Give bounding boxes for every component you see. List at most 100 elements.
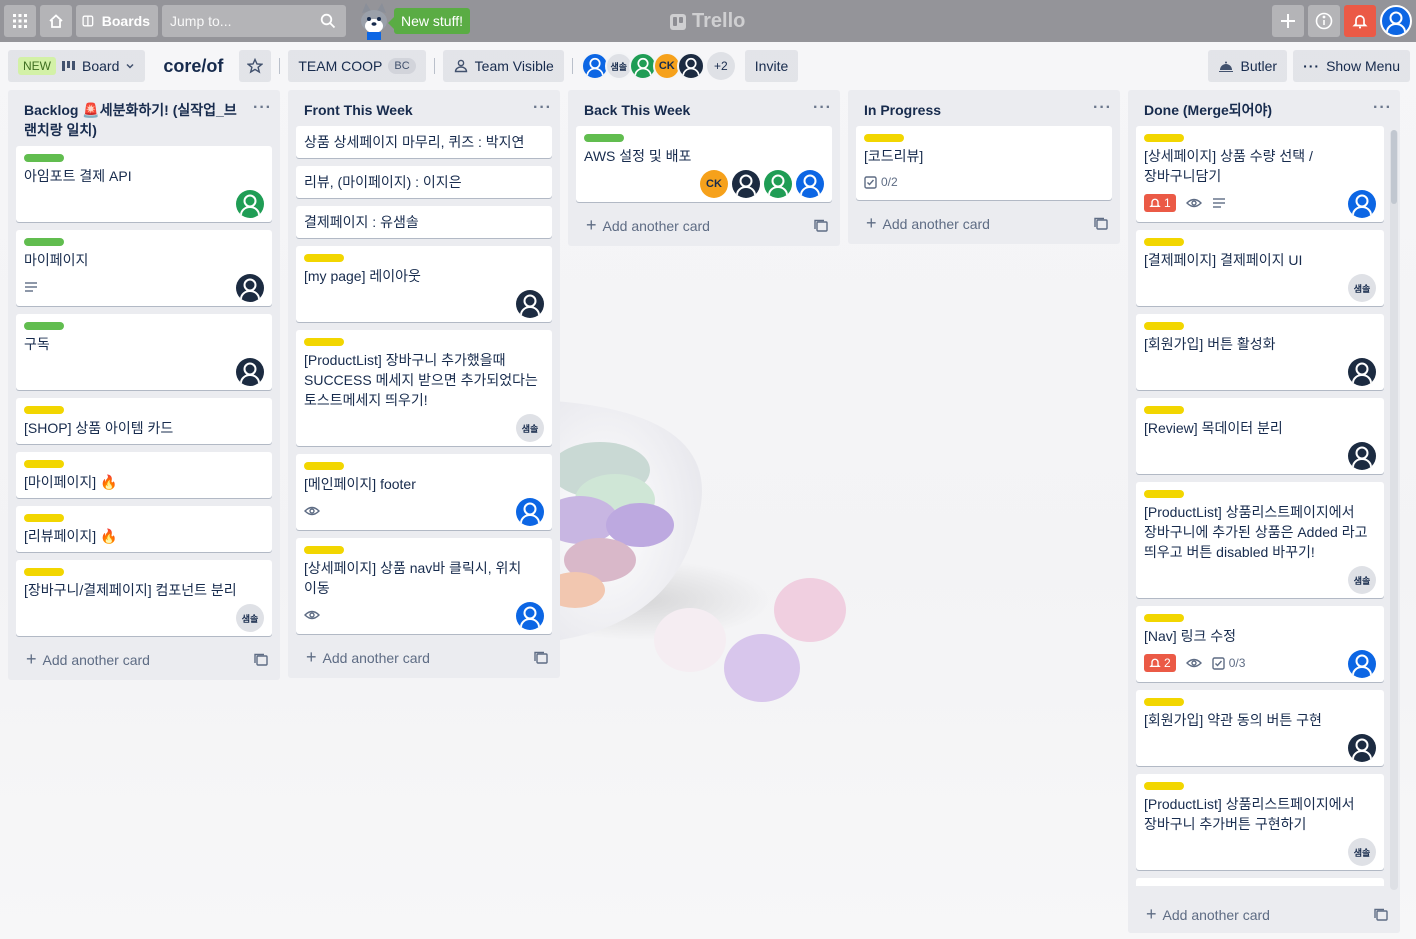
card[interactable]: [SHOP] 상품 아이템 카드 (16, 398, 272, 444)
list-title[interactable]: Backlog 🚨세분화하기! (실작업_브랜치랑 일치) (24, 100, 244, 140)
new-stuff-button[interactable]: New stuff! (388, 8, 470, 34)
show-menu-button[interactable]: ··· Show Menu (1293, 50, 1410, 82)
card[interactable]: 리뷰, (마이페이지) : 이지은 (296, 166, 552, 198)
card-label-green[interactable] (24, 238, 64, 246)
card[interactable]: [ProductList] 상품리스트페이지에서 장바구니 추가버튼 구현하기 샘… (1136, 774, 1384, 870)
list-title[interactable]: Back This Week (584, 100, 804, 120)
card[interactable]: [코드리뷰] 0/2 (856, 126, 1112, 200)
team-button[interactable]: TEAM COOP BC (288, 50, 426, 82)
card-member-avatar[interactable] (516, 498, 544, 526)
visibility-button[interactable]: Team Visible (442, 50, 564, 82)
card-member-avatar[interactable]: 샘솔 (236, 604, 264, 632)
card-member-avatar[interactable]: CK (700, 170, 728, 198)
card[interactable]: [회원가입] 약관 동의 버튼 구현 (1136, 690, 1384, 766)
notifications-button[interactable] (1344, 5, 1376, 37)
card[interactable]: [ProductList] 상품리스트페이지에서 장바구니에 추가된 상품은 A… (1136, 482, 1384, 598)
card-member-avatar[interactable]: 샘솔 (1348, 566, 1376, 594)
more-members-button[interactable]: +2 (706, 52, 735, 80)
home-button[interactable] (40, 5, 72, 37)
card-label-yellow[interactable] (1144, 406, 1184, 414)
card-member-avatar[interactable] (1348, 358, 1376, 386)
card-label-green[interactable] (584, 134, 624, 142)
add-card-button[interactable]: + Add another card (8, 644, 280, 678)
add-card-button[interactable]: + Add another card (1128, 899, 1400, 933)
board-title[interactable]: core/of (153, 56, 233, 77)
card-label-yellow[interactable] (24, 406, 64, 414)
card-label-yellow[interactable] (304, 546, 344, 554)
card-label-yellow[interactable] (1144, 322, 1184, 330)
create-button[interactable] (1272, 5, 1304, 37)
card-member-avatar[interactable]: 샘솔 (1348, 838, 1376, 866)
due-badge[interactable]: 2 (1144, 654, 1176, 672)
card-template-icon[interactable] (534, 651, 548, 665)
card[interactable]: 상품 상세페이지 마무리, 퀴즈 : 박지연 (296, 126, 552, 158)
card[interactable]: [마이페이지] 🔥 (16, 452, 272, 498)
due-badge[interactable]: 1 (1144, 194, 1176, 212)
card-member-avatar[interactable] (1348, 442, 1376, 470)
apps-grid-button[interactable] (4, 5, 36, 37)
boards-button[interactable]: Boards (76, 5, 158, 37)
card[interactable]: AWS 설정 및 배포 CK (576, 126, 832, 202)
card[interactable]: [상세페이지] 상품 nav바 클릭시, 위치 이동 (296, 538, 552, 634)
trello-logo[interactable]: Trello (670, 10, 745, 33)
card-template-icon[interactable] (814, 219, 828, 233)
card-member-avatar[interactable] (236, 274, 264, 302)
star-board-button[interactable] (239, 50, 272, 82)
card-member-avatar[interactable]: 샘솔 (516, 414, 544, 442)
card[interactable] (1136, 878, 1384, 886)
list-scrollbar[interactable] (1390, 130, 1398, 890)
card-label-green[interactable] (24, 154, 64, 162)
card-label-yellow[interactable] (1144, 698, 1184, 706)
card-member-avatar[interactable] (1348, 190, 1376, 218)
board-view-switcher[interactable]: NEW Board (8, 50, 146, 82)
card[interactable]: [Nav] 링크 수정 2 0/3 (1136, 606, 1384, 682)
card-member-avatar[interactable]: 샘솔 (1348, 274, 1376, 302)
card-label-yellow[interactable] (1144, 782, 1184, 790)
list-title[interactable]: Done (Merge되어야) (1144, 100, 1364, 120)
card-label-yellow[interactable] (24, 514, 64, 522)
card[interactable]: 아임포트 결제 API (16, 146, 272, 222)
card-label-yellow[interactable] (864, 134, 904, 142)
card-label-yellow[interactable] (24, 568, 64, 576)
member-avatar[interactable] (676, 52, 705, 80)
card[interactable]: [리뷰페이지] 🔥 (16, 506, 272, 552)
card[interactable]: [회원가입] 버튼 활성화 (1136, 314, 1384, 390)
card[interactable]: 마이페이지 (16, 230, 272, 306)
butler-button[interactable]: Butler (1208, 50, 1288, 82)
add-card-button[interactable]: + Add another card (568, 210, 840, 244)
card-template-icon[interactable] (1094, 217, 1108, 231)
card-member-avatar[interactable] (236, 358, 264, 386)
card-label-green[interactable] (24, 322, 64, 330)
card[interactable]: 결제페이지 : 유샘솔 (296, 206, 552, 238)
list-menu-icon[interactable]: ··· (1373, 100, 1392, 116)
card[interactable]: [결제페이지] 결제페이지 UI 샘솔 (1136, 230, 1384, 306)
card-label-yellow[interactable] (304, 338, 344, 346)
card-template-icon[interactable] (1374, 908, 1388, 922)
card-member-avatar[interactable] (732, 170, 760, 198)
list-menu-icon[interactable]: ··· (813, 100, 832, 116)
search-input[interactable]: Jump to... (162, 5, 346, 37)
card[interactable]: [메인페이지] footer (296, 454, 552, 530)
card[interactable]: [장바구니/결제페이지] 컴포넌트 분리 샘솔 (16, 560, 272, 636)
card-label-yellow[interactable] (24, 460, 64, 468)
card[interactable]: [상세페이지] 상품 수량 선택 / 장바구니담기 1 (1136, 126, 1384, 222)
card-member-avatar[interactable] (516, 602, 544, 630)
card-member-avatar[interactable] (236, 190, 264, 218)
card-label-yellow[interactable] (304, 254, 344, 262)
card[interactable]: [ProductList] 장바구니 추가했을때 SUCCESS 메세지 받으면… (296, 330, 552, 446)
card-member-avatar[interactable] (796, 170, 824, 198)
card-template-icon[interactable] (254, 653, 268, 667)
list-title[interactable]: In Progress (864, 100, 1084, 120)
add-card-button[interactable]: + Add another card (848, 208, 1120, 242)
list-menu-icon[interactable]: ··· (253, 100, 272, 116)
card[interactable]: [Review] 목데이터 분리 (1136, 398, 1384, 474)
list-menu-icon[interactable]: ··· (1093, 100, 1112, 116)
invite-button[interactable]: Invite (744, 50, 799, 82)
card-label-yellow[interactable] (1144, 134, 1184, 142)
card[interactable]: 구독 (16, 314, 272, 390)
card-label-yellow[interactable] (304, 462, 344, 470)
card-label-yellow[interactable] (1144, 490, 1184, 498)
card-member-avatar[interactable] (516, 290, 544, 318)
info-button[interactable] (1308, 5, 1340, 37)
card-label-yellow[interactable] (1144, 614, 1184, 622)
